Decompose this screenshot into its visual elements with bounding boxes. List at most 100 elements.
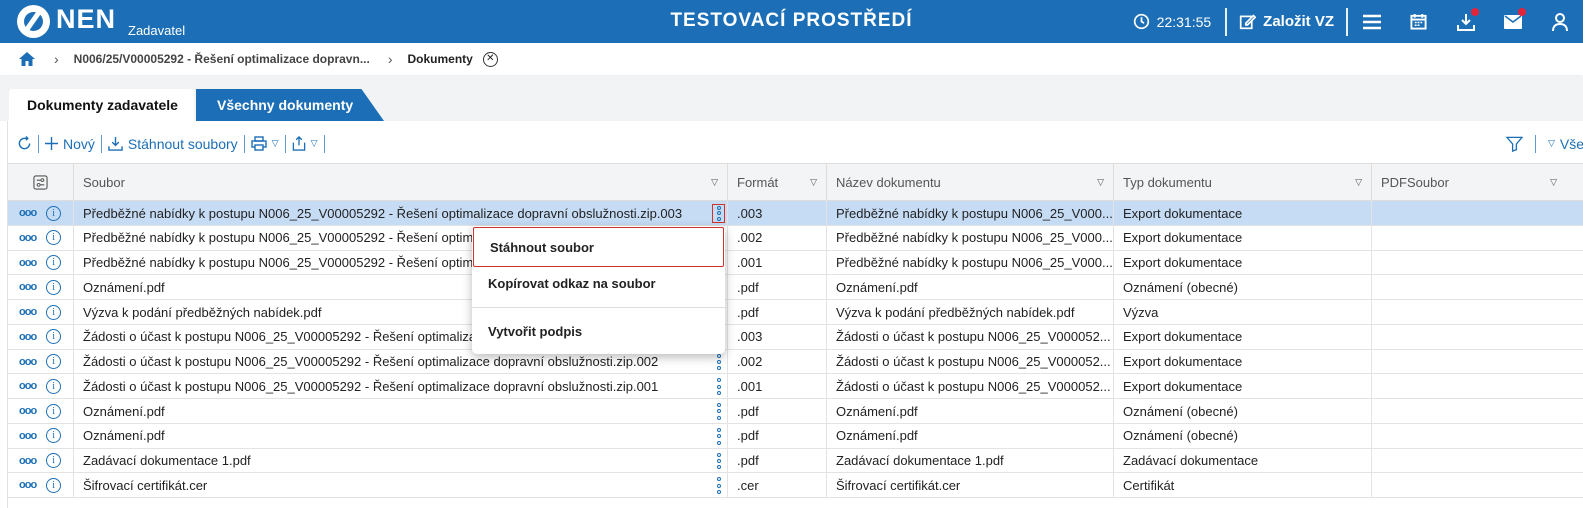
cell-nazev-text: Předběžné nabídky k postupu N006_25_V000… (836, 255, 1113, 270)
sort-filter-icon[interactable]: ▽ (1550, 177, 1557, 188)
table-row[interactable]: ooo i Předběžné nabídky k postupu N006_25_… (8, 250, 1583, 276)
grid-toolbar: Nový Stáhnout soubory ▽ ▽ ▽ Vše (8, 127, 1583, 160)
toolbar-divider (243, 134, 245, 153)
table-row[interactable]: ooo i Šifrovací certifikát.cer .cer Šifrovac… (8, 473, 1583, 498)
cell-format: .001 (727, 374, 826, 399)
row-actions: ooo i (8, 251, 73, 275)
more-options-icon[interactable]: ooo (19, 331, 37, 343)
more-options-icon[interactable]: ooo (19, 430, 37, 442)
refresh-icon (18, 136, 31, 150)
tab-vsechny-dokumenty[interactable]: Všechny dokumenty (196, 89, 384, 121)
close-icon[interactable]: ✕ (482, 51, 498, 67)
refresh-button[interactable] (8, 134, 38, 154)
info-icon[interactable]: i (46, 428, 62, 444)
table-row[interactable]: ooo i Zadávací dokumentace 1.pdf .pdf Zadáva… (8, 448, 1583, 474)
cell-typ-text: Export dokumentace (1123, 329, 1243, 345)
menu-item-download-file[interactable]: Stáhnout soubor (473, 227, 724, 267)
downloads-button[interactable] (1442, 0, 1489, 43)
calendar-button[interactable] (1395, 0, 1442, 43)
column-header-format[interactable]: Formát ▽ (727, 164, 826, 201)
table-row[interactable]: ooo i Výzva k podání předběžných nabídek.p… (8, 300, 1583, 325)
column-header-label: PDFSoubor (1381, 175, 1449, 190)
sort-filter-icon[interactable]: ▽ (1097, 177, 1104, 188)
breadcrumb-procurement[interactable]: N006/25/V00005292 - Řešení optimalizace … (74, 52, 370, 66)
table-row[interactable]: ooo i Žádosti o účast k postupu N006_25_V0… (8, 324, 1583, 350)
more-options-icon[interactable]: ooo (19, 356, 37, 368)
create-vz-button[interactable]: Založit VZ (1227, 13, 1346, 30)
info-icon[interactable]: i (46, 477, 62, 493)
filter-button[interactable] (1500, 134, 1529, 154)
menu-button[interactable] (1348, 0, 1395, 43)
table-row[interactable]: ooo i Předběžné nabídky k postupu N006_25_… (8, 225, 1583, 251)
messages-button[interactable] (1489, 0, 1536, 43)
documents-grid: Soubor ▽ Formát ▽ Název dokumentu ▽ Typ … (8, 163, 1583, 498)
cell-format-text: .002 (737, 354, 763, 369)
kebab-menu-icon[interactable] (713, 452, 724, 471)
column-header-typ[interactable]: Typ dokumentu ▽ (1113, 164, 1371, 201)
info-icon[interactable]: i (46, 378, 62, 394)
cell-nazev-text: Oznámení.pdf (836, 403, 918, 419)
column-header-label: Typ dokumentu (1123, 175, 1212, 190)
more-options-icon[interactable]: ooo (19, 306, 37, 318)
more-options-icon[interactable]: ooo (19, 455, 37, 467)
more-options-icon[interactable]: ooo (19, 281, 37, 293)
info-icon[interactable]: i (46, 230, 62, 246)
cell-pdfsoubor (1371, 250, 1566, 275)
more-options-icon[interactable]: ooo (19, 405, 37, 417)
cell-nazev-text: Žádosti o účast k postupu N006_25_V00005… (836, 329, 1111, 345)
table-row[interactable]: ooo i Oznámení.pdf .pdf Oznámení.pdf Oznámení… (8, 275, 1583, 300)
more-options-icon[interactable]: ooo (19, 380, 37, 392)
kebab-menu-icon[interactable] (713, 377, 724, 396)
table-row[interactable]: ooo i Oznámení.pdf .pdf Oznámení.pdf Oznámení… (8, 423, 1583, 449)
notification-dot (1518, 8, 1526, 16)
table-row[interactable]: ooo i Oznámení.pdf .pdf Oznámení.pdf Oznámení… (8, 399, 1583, 424)
menu-item-copy-link[interactable]: Kopírovat odkaz na soubor (472, 268, 725, 298)
more-options-icon[interactable]: ooo (19, 232, 37, 244)
column-header-soubor[interactable]: Soubor ▽ (73, 164, 727, 201)
cell-format-text: .001 (737, 255, 763, 270)
cell-soubor-text: Výzva k podání předběžných nabídek.pdf (83, 304, 322, 320)
sort-filter-icon[interactable]: ▽ (810, 177, 817, 188)
cell-nazev: Předběžné nabídky k postupu N006_25_V000… (826, 201, 1113, 225)
more-options-icon[interactable]: ooo (19, 479, 37, 491)
print-button[interactable]: ▽ (245, 134, 285, 154)
menu-item-create-signature[interactable]: Vytvořit podpis (472, 316, 725, 346)
kebab-menu-icon[interactable] (713, 427, 724, 446)
kebab-menu-icon[interactable] (713, 476, 724, 495)
cell-pdfsoubor (1371, 374, 1566, 399)
export-button[interactable]: ▽ (286, 134, 324, 154)
column-header-pdfsoubor[interactable]: PDFSoubor ▽ (1371, 164, 1566, 201)
kebab-menu-icon[interactable] (713, 402, 724, 421)
info-icon[interactable]: i (46, 453, 62, 468)
sort-filter-icon[interactable]: ▽ (711, 177, 718, 188)
new-button[interactable]: Nový (39, 134, 101, 154)
user-button[interactable] (1536, 0, 1583, 43)
column-header-nazev[interactable]: Název dokumentu ▽ (826, 164, 1113, 201)
info-icon[interactable]: i (46, 255, 62, 270)
tab-dokumenty-zadavatele[interactable]: Dokumenty zadavatele (9, 89, 194, 121)
info-icon[interactable]: i (46, 279, 62, 295)
cell-format: .003 (727, 201, 826, 225)
info-icon[interactable]: i (46, 354, 62, 369)
share-icon (292, 136, 305, 151)
table-row[interactable]: ooo i Žádosti o účast k postupu N006_25_V0… (8, 374, 1583, 399)
info-icon[interactable]: i (46, 304, 62, 320)
kebab-menu-icon[interactable] (713, 353, 724, 372)
info-icon[interactable]: i (46, 329, 62, 345)
info-icon[interactable]: i (46, 403, 62, 419)
cell-typ-text: Export dokumentace (1123, 205, 1243, 221)
view-selector[interactable]: ▽ Vše (1542, 134, 1583, 154)
breadcrumb-home[interactable] (18, 50, 36, 68)
sort-filter-icon[interactable]: ▽ (1355, 177, 1362, 188)
table-row[interactable]: ooo i Žádosti o účast k postupu N006_25_V0… (8, 349, 1583, 375)
info-icon[interactable]: i (46, 205, 62, 221)
cell-nazev-text: Výzva k podání předběžných nabídek.pdf (836, 304, 1075, 320)
table-row[interactable]: ooo i Předběžné nabídky k postupu N006_25_… (8, 201, 1583, 226)
cell-typ: Export dokumentace (1113, 201, 1371, 225)
download-files-button[interactable]: Stáhnout soubory (102, 134, 244, 154)
column-settings-button[interactable] (8, 164, 73, 201)
cell-typ-text: Export dokumentace (1123, 354, 1243, 369)
more-options-icon[interactable]: ooo (19, 257, 37, 269)
kebab-menu-icon[interactable] (712, 204, 725, 223)
more-options-icon[interactable]: ooo (19, 207, 37, 219)
